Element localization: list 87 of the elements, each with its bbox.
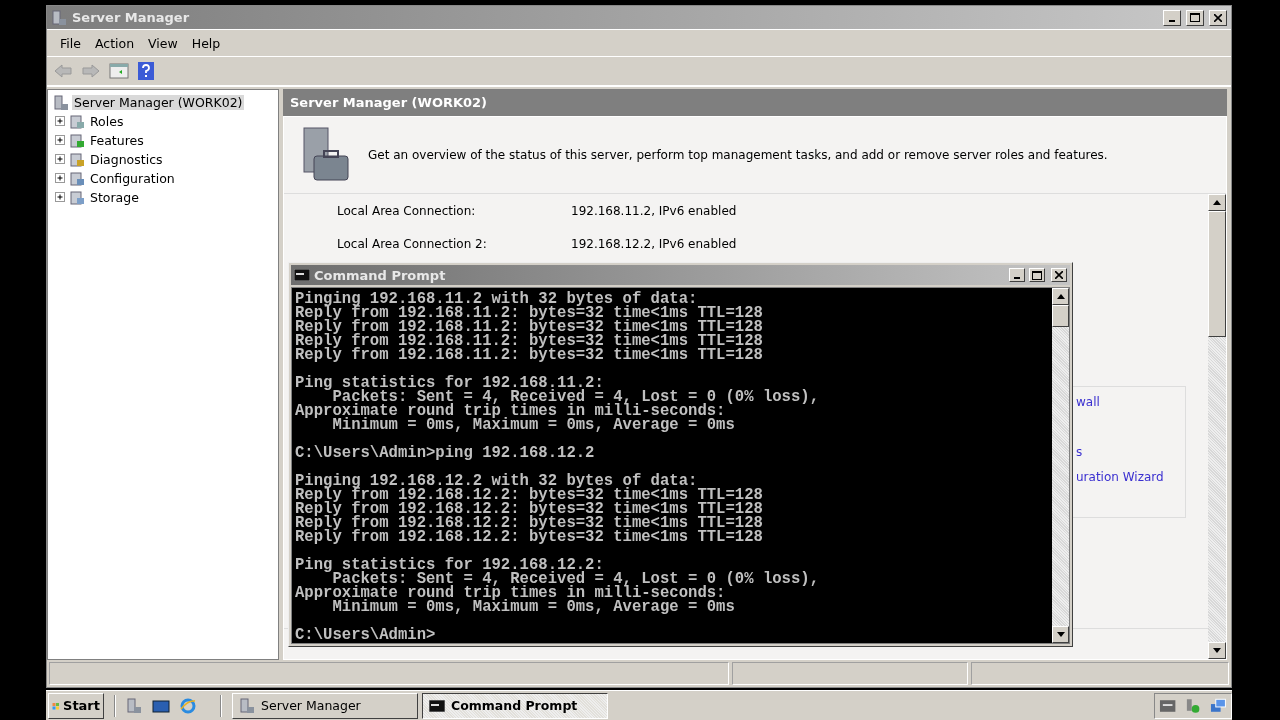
help-icon[interactable] [137,61,155,81]
server-icon [53,94,69,111]
tree-node-icon [69,132,85,149]
desktop-icon [152,697,170,714]
tree-item[interactable]: Storage [88,190,141,205]
scroll-thumb[interactable] [1208,211,1226,337]
console-line: Packets: Sent = 4, Received = 4, Lost = 0 (0% loss), [332,390,821,404]
maximize-icon [1032,270,1042,280]
window-title: Server Manager [72,10,190,25]
expand-icon[interactable] [55,192,66,203]
console-line: Reply from 192.168.11.2: bytes=32 time<1ms TTL=128 [295,320,764,334]
console-line: Pinging 192.168.12.2 with 32 bytes of data: [295,474,698,488]
taskbar-button[interactable]: Command Prompt [422,692,608,719]
scroll-up-icon [1213,200,1221,205]
server-icon [239,697,255,714]
console-line: Minimum = 0ms, Maximum = 0ms, Average = 0ms [332,600,736,614]
console-line: Reply from 192.168.12.2: bytes=32 time<1ms TTL=128 [295,530,764,544]
tree-node-icon [69,113,85,130]
maximize-icon [1190,13,1200,22]
task-link[interactable]: wall [1076,395,1185,411]
menu-item[interactable]: File [53,35,88,51]
scroll-up-icon [1056,294,1065,299]
connection-value: 192.168.11.2, IPv6 enabled [571,203,737,218]
menu-item[interactable]: View [141,35,185,51]
console-line: Packets: Sent = 4, Received = 4, Lost = 0 (0% loss), [332,572,821,586]
console-icon [294,269,310,281]
console-icon [429,699,445,712]
tree-item[interactable]: Features [88,133,146,148]
server-icon [126,697,142,714]
tree-item[interactable]: Configuration [88,171,177,186]
description-text: Get an overview of the status of this server, perform top management tasks, and add or remove server roles and features. [368,148,1108,162]
network-computers-icon [1209,697,1227,714]
console-line: C:\Users\Admin>ping 192.168.12.2 [295,446,596,460]
tree-item[interactable]: Server Manager (WORK02) [72,95,245,110]
close-button[interactable] [1209,9,1227,26]
tree-node-icon [69,151,85,168]
console-line: Reply from 192.168.12.2: bytes=32 time<1ms TTL=128 [295,502,764,516]
expand-icon[interactable] [55,135,66,146]
console-line: Approximate round trip times in milli-seconds: [295,404,726,418]
close-icon [1055,271,1063,279]
console-line: Ping statistics for 192.168.11.2: [295,376,605,390]
task-link[interactable]: s [1076,445,1185,461]
maximize-button[interactable] [1029,268,1045,282]
console-line: Approximate round trip times in milli-seconds: [295,586,726,600]
minimize-button[interactable] [1009,268,1025,282]
app-icon [51,9,67,26]
expand-icon[interactable] [55,116,66,127]
console-line: Pinging 192.168.11.2 with 32 bytes of data: [295,292,698,306]
network-plug-icon [1184,697,1202,714]
connection-value: 192.168.12.2, IPv6 enabled [571,236,737,251]
close-button[interactable] [1051,268,1067,282]
scroll-down-icon [1213,648,1221,653]
console-line: Reply from 192.168.11.2: bytes=32 time<1ms TTL=128 [295,334,764,348]
minimize-icon [1169,19,1175,22]
console-line: Reply from 192.168.12.2: bytes=32 time<1ms TTL=128 [295,488,764,502]
console-line: Minimum = 0ms, Maximum = 0ms, Average = 0ms [332,418,736,432]
tree-node-icon [69,170,85,187]
tree-item[interactable]: Roles [88,114,126,129]
scroll-thumb[interactable] [1052,305,1069,327]
console-line: Ping statistics for 192.168.12.2: [295,558,605,572]
minimize-button[interactable] [1163,9,1181,26]
scrollbar[interactable] [1052,288,1069,643]
vm-tools-icon [1159,697,1177,714]
task-link[interactable]: uration Wizard [1076,470,1185,486]
console-line: Reply from 192.168.11.2: bytes=32 time<1ms TTL=128 [295,348,764,362]
close-icon [1214,13,1222,22]
taskbar-button[interactable]: Server Manager [232,692,418,719]
maximize-button[interactable] [1186,9,1204,26]
panel-header: Server Manager (WORK02) [283,89,1227,116]
console-line: Reply from 192.168.12.2: bytes=32 time<1ms TTL=128 [295,516,764,530]
expand-icon[interactable] [55,173,66,184]
server-toolbox-icon [300,126,350,184]
console-title: Command Prompt [314,267,446,283]
connection-label: Local Area Connection 2: [337,236,488,251]
console-line: Reply from 192.168.11.2: bytes=32 time<1ms TTL=128 [295,306,764,320]
tree-node-icon [69,189,85,206]
expand-icon[interactable] [55,154,66,165]
scroll-down-icon [1056,632,1065,637]
menu-item[interactable]: Help [184,35,228,51]
console-line: C:\Users\Admin> [295,628,437,642]
start-button[interactable]: Start [48,692,104,719]
connection-label: Local Area Connection: [337,203,477,218]
minimize-icon [1014,277,1020,279]
menu-item[interactable]: Action [87,35,142,51]
browser-icon [180,697,196,714]
scrollbar[interactable] [1208,194,1226,659]
tree-item[interactable]: Diagnostics [88,152,165,167]
